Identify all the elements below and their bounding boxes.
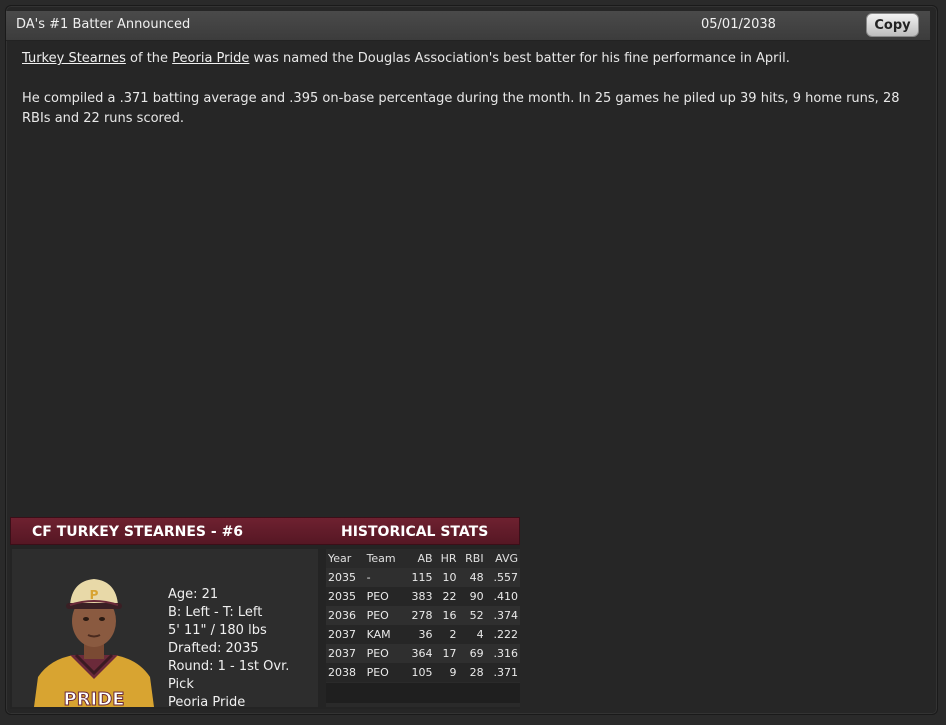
news-title: DA's #1 Batter Announced bbox=[16, 17, 191, 32]
player-name-header[interactable]: CF TURKEY STEARNES - #6 bbox=[32, 524, 243, 540]
table-row: 2037 KAM 36 2 4 .222 bbox=[326, 625, 520, 644]
cell-rbi: 90 bbox=[458, 587, 486, 606]
cell-avg: .316 bbox=[485, 644, 520, 663]
cell-ab: 105 bbox=[404, 663, 435, 682]
historical-stats-panel: Year Team AB HR RBI AVG 2035 - 115 10 48… bbox=[326, 549, 520, 707]
cell-rbi: 28 bbox=[458, 663, 486, 682]
cell-team: PEO bbox=[364, 644, 405, 663]
cell-team: PEO bbox=[364, 663, 405, 682]
sentence-rest: was named the Douglas Association's best… bbox=[253, 51, 790, 66]
cell-avg: .374 bbox=[485, 606, 520, 625]
col-ab: AB bbox=[417, 552, 433, 565]
cell-avg: .410 bbox=[485, 587, 520, 606]
col-team: Team bbox=[366, 552, 396, 565]
player-card: CF TURKEY STEARNES - #6 HISTORICAL STATS… bbox=[10, 517, 520, 710]
cell-avg: .371 bbox=[485, 663, 520, 682]
cell-hr: 2 bbox=[434, 625, 459, 644]
player-card-header: CF TURKEY STEARNES - #6 HISTORICAL STATS bbox=[10, 517, 520, 545]
of-the-text: of the bbox=[130, 51, 169, 66]
cell-year: 2035 bbox=[326, 568, 365, 587]
stats-header-row: Year Team AB HR RBI AVG bbox=[326, 549, 520, 568]
cell-year: 2035 bbox=[326, 587, 365, 606]
cell-ab: 278 bbox=[404, 606, 435, 625]
player-info-panel: PRIDE P Age: 21 B: Left - T: Left 5' 11"… bbox=[12, 549, 318, 710]
table-row: 2037 PEO 364 17 69 .316 bbox=[326, 644, 520, 663]
cell-hr: 9 bbox=[434, 663, 459, 682]
cell-rbi: 4 bbox=[458, 625, 486, 644]
table-row: 2035 PEO 383 22 90 .410 bbox=[326, 587, 520, 606]
player-age: Age: 21 bbox=[168, 587, 219, 602]
player-photo[interactable]: PRIDE P bbox=[30, 559, 158, 707]
table-row: 2038 PEO 105 9 28 .371 bbox=[326, 663, 520, 682]
cell-team: - bbox=[364, 568, 405, 587]
cell-ab: 36 bbox=[404, 625, 435, 644]
news-header: DA's #1 Batter Announced 05/01/2038 Copy bbox=[6, 11, 930, 41]
player-team[interactable]: Peoria Pride bbox=[168, 694, 318, 712]
cell-year: 2037 bbox=[326, 625, 365, 644]
cell-hr: 17 bbox=[434, 644, 459, 663]
cell-ab: 383 bbox=[404, 587, 435, 606]
cell-team: PEO bbox=[364, 587, 405, 606]
team-link[interactable]: Peoria Pride bbox=[172, 51, 249, 66]
copy-button[interactable]: Copy bbox=[866, 13, 919, 37]
player-link[interactable]: Turkey Stearnes bbox=[22, 51, 126, 66]
cell-avg: .222 bbox=[485, 625, 520, 644]
cell-team: PEO bbox=[364, 606, 405, 625]
player-bats-throws: B: Left - T: Left bbox=[168, 605, 263, 620]
historical-stats-table: Year Team AB HR RBI AVG 2035 - 115 10 48… bbox=[326, 549, 520, 682]
col-avg: AVG bbox=[495, 552, 518, 565]
player-draft-round: Round: 1 - 1st Ovr. Pick bbox=[168, 659, 290, 692]
cell-year: 2038 bbox=[326, 663, 365, 682]
player-drafted: Drafted: 2035 bbox=[168, 641, 259, 656]
player-height-weight: 5' 11" / 180 lbs bbox=[168, 623, 267, 638]
cell-avg: .557 bbox=[485, 568, 520, 587]
player-photo-icon: PRIDE P bbox=[34, 579, 154, 707]
historical-stats-header: HISTORICAL STATS bbox=[341, 524, 489, 540]
stats-footer bbox=[326, 683, 520, 703]
cell-year: 2036 bbox=[326, 606, 365, 625]
cell-ab: 364 bbox=[404, 644, 435, 663]
jersey-text: PRIDE bbox=[64, 689, 125, 707]
article-paragraph-1: Turkey Stearnes of the Peoria Pride was … bbox=[22, 49, 912, 69]
article-body: Turkey Stearnes of the Peoria Pride was … bbox=[22, 49, 912, 149]
article-paragraph-2: He compiled a .371 batting average and .… bbox=[22, 91, 900, 126]
news-date: 05/01/2038 bbox=[701, 17, 776, 32]
cell-rbi: 69 bbox=[458, 644, 486, 663]
cell-rbi: 52 bbox=[458, 606, 486, 625]
col-rbi: RBI bbox=[465, 552, 484, 565]
table-row: 2036 PEO 278 16 52 .374 bbox=[326, 606, 520, 625]
cap-letter: P bbox=[90, 588, 99, 602]
col-year: Year bbox=[328, 552, 352, 565]
cell-rbi: 48 bbox=[458, 568, 486, 587]
cell-ab: 115 bbox=[404, 568, 435, 587]
cell-hr: 16 bbox=[434, 606, 459, 625]
player-bio: Age: 21 B: Left - T: Left 5' 11" / 180 l… bbox=[168, 586, 318, 712]
cell-team: KAM bbox=[364, 625, 405, 644]
cell-hr: 22 bbox=[434, 587, 459, 606]
col-hr: HR bbox=[440, 552, 457, 565]
cell-year: 2037 bbox=[326, 644, 365, 663]
cell-hr: 10 bbox=[434, 568, 459, 587]
table-row: 2035 - 115 10 48 .557 bbox=[326, 568, 520, 587]
